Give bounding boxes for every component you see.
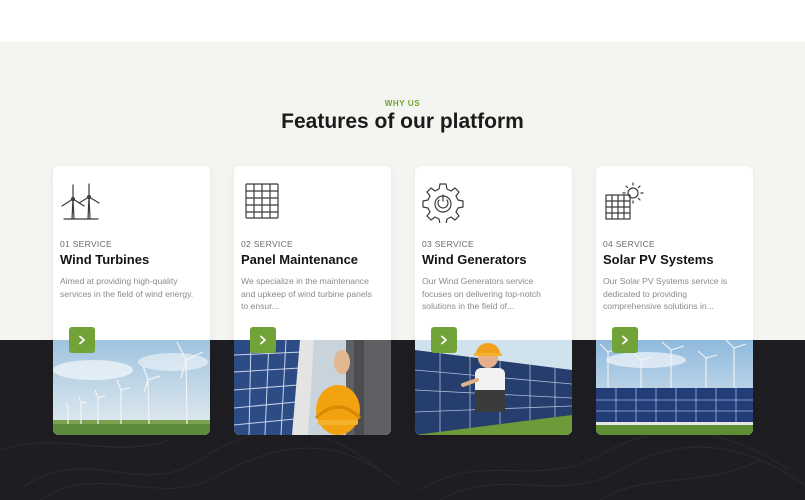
service-arrow-button[interactable] — [69, 327, 95, 353]
service-title[interactable]: Wind Turbines — [60, 252, 210, 267]
service-description: Our Wind Generators service focuses on d… — [422, 276, 541, 312]
wind-turbines-icon — [60, 181, 102, 223]
service-number: 01 SERVICE — [60, 239, 112, 249]
service-arrow-button[interactable] — [431, 327, 457, 353]
service-number: 02 SERVICE — [241, 239, 293, 249]
chevron-right-icon — [622, 335, 628, 345]
chevron-right-icon — [260, 335, 266, 345]
service-card-panel-maintenance[interactable]: 02 SERVICE Panel Maintenance We speciali… — [234, 166, 391, 435]
service-number: 04 SERVICE — [603, 239, 655, 249]
service-arrow-button[interactable] — [612, 327, 638, 353]
service-card-solar-pv-systems[interactable]: 04 SERVICE Solar PV Systems Our Solar PV… — [596, 166, 753, 435]
service-title[interactable]: Solar PV Systems — [603, 252, 753, 267]
section-title: Features of our platform — [281, 110, 524, 133]
service-title[interactable]: Wind Generators — [422, 252, 572, 267]
service-arrow-button[interactable] — [250, 327, 276, 353]
solar-field-with-turbines-photo — [596, 339, 753, 435]
service-description: We specialize in the maintenance and upk… — [241, 276, 372, 312]
service-card-wind-turbines[interactable]: 01 SERVICE Wind Turbines Aimed at provid… — [53, 166, 210, 435]
technician-at-panels-photo — [415, 340, 572, 435]
wind-farm-photo — [53, 340, 210, 435]
sun-panel-icon — [603, 181, 645, 223]
service-title[interactable]: Panel Maintenance — [241, 252, 391, 267]
service-number: 03 SERVICE — [422, 239, 474, 249]
chevron-right-icon — [79, 335, 85, 345]
gear-power-icon — [422, 181, 464, 225]
section-eyebrow: WHY US — [384, 99, 421, 108]
solar-panel-icon — [241, 181, 283, 223]
service-card-wind-generators[interactable]: 03 SERVICE Wind Generators Our Wind Gene… — [415, 166, 572, 435]
service-description: Aimed at providing high-quality services… — [60, 276, 194, 299]
service-description: Our Solar PV Systems service is dedicate… — [603, 276, 728, 312]
worker-with-helmet-photo — [234, 339, 391, 435]
chevron-right-icon — [441, 335, 447, 345]
